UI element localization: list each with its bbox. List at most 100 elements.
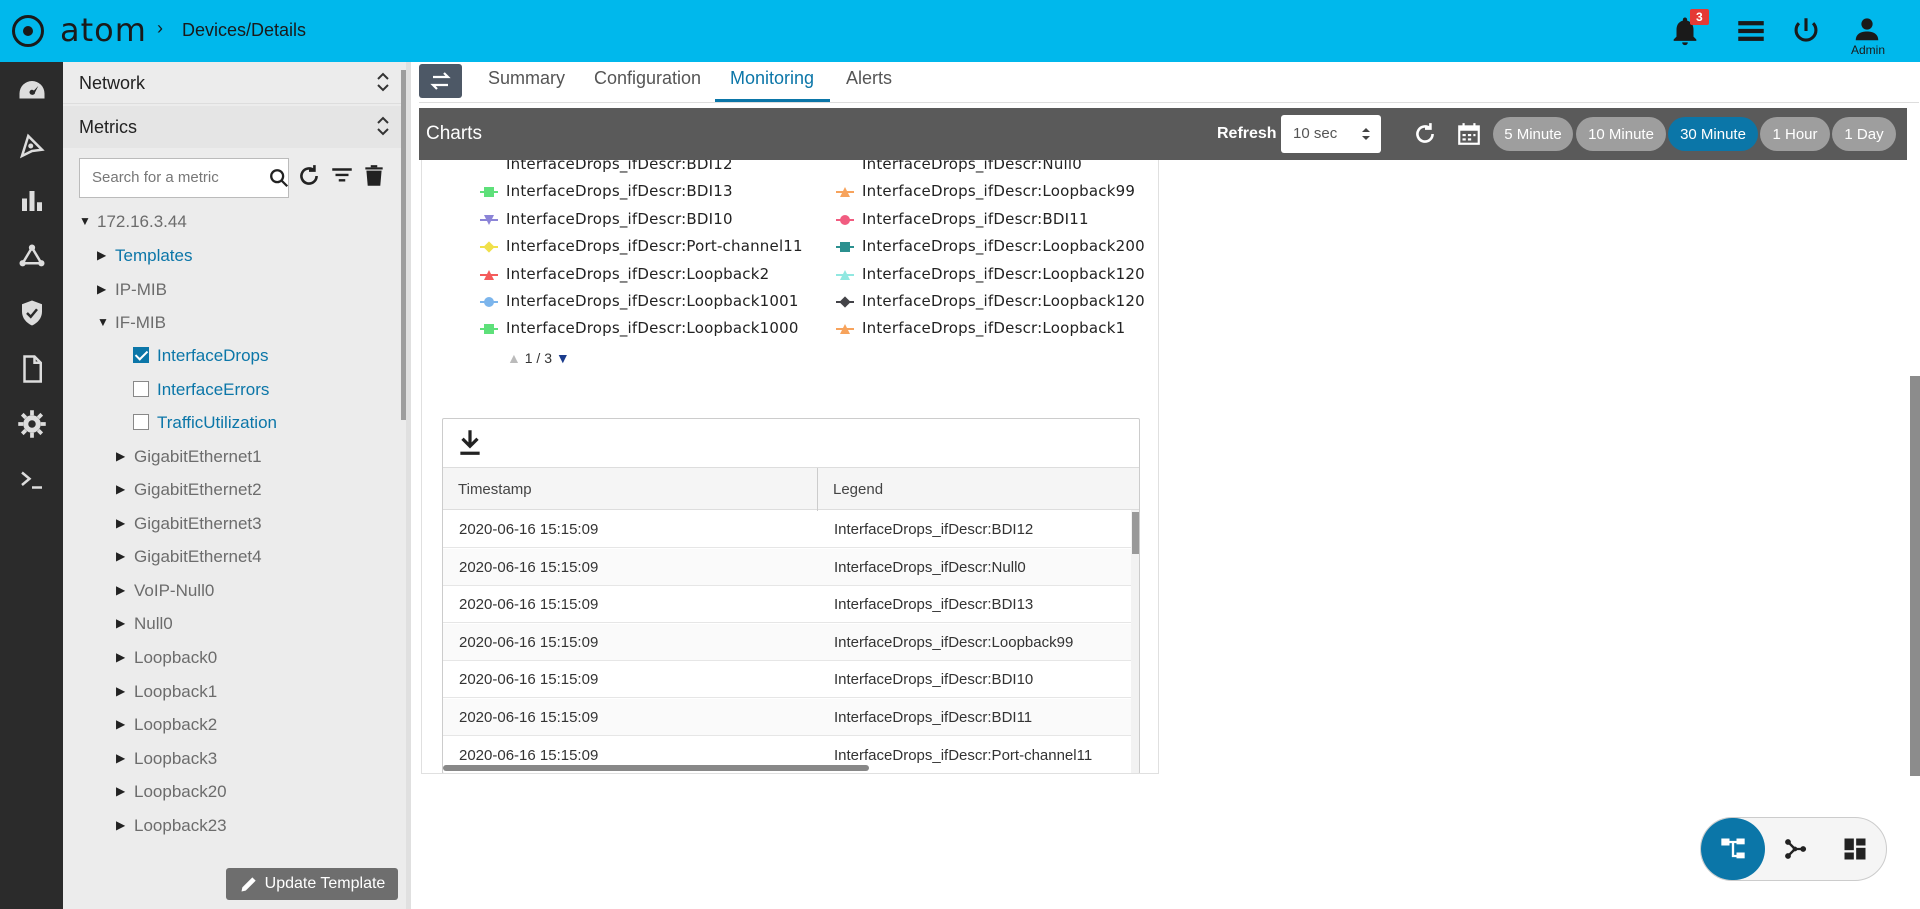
tree-node-interface[interactable]: ▶ Loopback1 [116,682,217,702]
metrics-accordion[interactable]: Metrics [63,106,406,148]
calendar-icon[interactable] [1456,121,1482,147]
user-icon[interactable] [1850,14,1884,44]
refresh-interval-select[interactable]: 10 sec [1281,115,1381,153]
tree-node-if-mib[interactable]: ▼ IF-MIB [97,313,166,333]
update-template-button[interactable]: Update Template [226,868,398,900]
legend-item[interactable]: InterfaceDrops_ifDescr:Port-channel11 [480,237,803,255]
checkbox[interactable] [133,414,149,430]
tree-node-ip-mib[interactable]: ▶ IP-MIB [97,280,167,300]
user-name[interactable]: Admin [1850,43,1886,57]
legend-marker [836,241,854,253]
tab-monitoring[interactable]: Monitoring [730,68,814,89]
scrollbar-thumb[interactable] [1132,512,1139,554]
metric-interfacedrops[interactable]: InterfaceDrops [133,346,269,366]
tree-node-interface[interactable]: ▶ Loopback0 [116,648,217,668]
legend-item[interactable]: InterfaceDrops_ifDescr:Loopback120 [836,292,1145,310]
table-row[interactable]: 2020-06-16 15:15:09 InterfaceDrops_ifDesc… [443,548,1131,586]
legend-item[interactable]: InterfaceDrops_ifDescr:BDI11 [836,210,1089,228]
sort-icon[interactable] [329,163,355,189]
table-vertical-scrollbar[interactable] [1131,510,1139,773]
legend-item[interactable]: InterfaceDrops_ifDescr:Loopback2 [480,265,769,283]
table-row[interactable]: 2020-06-16 15:15:09 InterfaceDrops_ifDesc… [443,623,1131,661]
legend-item[interactable]: InterfaceDrops_ifDescr:Loopback1000 [480,319,799,337]
tree-node-interface[interactable]: ▶ Loopback20 [116,782,227,802]
column-header-timestamp[interactable]: Timestamp [458,481,532,498]
expand-collapse-icon[interactable] [373,68,393,96]
document-icon[interactable] [17,354,47,384]
refresh-icon[interactable] [1412,121,1438,147]
tree-node-interface[interactable]: ▶ VoIP-Null0 [116,581,214,601]
legend-item[interactable]: InterfaceDrops_ifDescr:Loopback200 [836,237,1145,255]
download-icon[interactable] [457,427,483,457]
swap-button[interactable] [419,64,462,98]
dashboard-grid-icon[interactable] [1841,835,1869,863]
search-input[interactable] [92,169,252,186]
tab-alerts[interactable]: Alerts [846,68,892,89]
legend-marker [836,186,854,198]
legend-item[interactable]: InterfaceDrops_ifDescr:BDI12 [506,160,733,173]
tree-node-interface[interactable]: ▶ GigabitEthernet4 [116,547,262,567]
legend-prev-icon[interactable]: ▲ [507,350,521,366]
compass-icon[interactable] [17,131,47,161]
legend-item[interactable]: InterfaceDrops_ifDescr:Loopback1001 [480,292,799,310]
checkbox[interactable] [133,381,149,397]
tree-node-interface[interactable]: ▶ GigabitEthernet3 [116,514,262,534]
range-1-day[interactable]: 1 Day [1832,117,1896,151]
dashboard-icon[interactable] [17,76,47,106]
tree-node-interface[interactable]: ▶ GigabitEthernet1 [116,447,262,467]
range-5-minute[interactable]: 5 Minute [1493,117,1573,151]
tree-node-device[interactable]: ▼ 172.16.3.44 [79,212,187,232]
tree-view-button[interactable] [1701,818,1765,880]
table-horizontal-scrollbar[interactable] [443,765,869,771]
expand-collapse-icon[interactable] [373,112,393,140]
page-scrollbar[interactable] [1910,376,1920,776]
power-icon[interactable] [1789,14,1823,48]
table-row[interactable]: 2020-06-16 15:15:09 InterfaceDrops_ifDesc… [443,661,1131,699]
legend-item[interactable]: InterfaceDrops_ifDescr:Loopback99 [836,182,1135,200]
tree-node-interface[interactable]: ▶ Null0 [116,614,173,634]
cell-timestamp: 2020-06-16 15:15:09 [459,521,599,538]
metric-interfaceerrors[interactable]: InterfaceErrors [133,380,269,400]
panel-divider[interactable] [406,62,411,909]
legend-item[interactable]: InterfaceDrops_ifDescr:Loopback120 [836,265,1145,283]
terminal-icon[interactable] [17,465,47,495]
tab-summary[interactable]: Summary [488,68,565,89]
network-accordion[interactable]: Network [63,62,406,104]
tree-node-interface[interactable]: ▶ Loopback23 [116,816,227,836]
legend-pager: ▲ 1 / 3 ▼ [507,350,570,366]
trash-icon[interactable] [361,163,387,189]
tree-node-interface[interactable]: ▶ Loopback3 [116,749,217,769]
legend-next-icon[interactable]: ▼ [556,350,570,366]
range-30-minute[interactable]: 30 Minute [1668,117,1758,151]
topology-icon[interactable] [1781,835,1809,863]
tree-node-interface[interactable]: ▶ GigabitEthernet2 [116,480,262,500]
logo-text[interactable]: atom [60,11,147,49]
breadcrumb[interactable]: Devices/Details [182,20,306,41]
table-row[interactable]: 2020-06-16 15:15:09 InterfaceDrops_ifDesc… [443,586,1131,624]
tree-node-interface[interactable]: ▶ Loopback2 [116,715,217,735]
range-10-minute[interactable]: 10 Minute [1576,117,1666,151]
checkbox[interactable] [133,347,149,363]
legend-item[interactable]: InterfaceDrops_ifDescr:Null0 [862,160,1082,173]
legend-item[interactable]: InterfaceDrops_ifDescr:BDI10 [480,210,733,228]
tab-configuration[interactable]: Configuration [594,68,701,89]
table-row[interactable]: 2020-06-16 15:15:09 InterfaceDrops_ifDesc… [443,511,1131,548]
list-view-icon[interactable] [1734,14,1768,48]
network-icon[interactable] [17,242,47,272]
legend-label: InterfaceDrops_ifDescr:Loopback1001 [506,292,799,310]
range-1-hour[interactable]: 1 Hour [1760,117,1830,151]
column-resizer[interactable] [817,468,818,511]
refresh-icon[interactable] [296,163,322,189]
metric-trafficutilization[interactable]: TrafficUtilization [133,413,277,433]
shield-icon[interactable] [17,298,47,328]
column-header-legend[interactable]: Legend [833,481,883,498]
bar-chart-icon[interactable] [17,186,47,216]
legend-item[interactable]: InterfaceDrops_ifDescr:Loopback1 [836,319,1125,337]
search-icon[interactable] [268,167,290,189]
table-row[interactable]: 2020-06-16 15:15:09 InterfaceDrops_ifDesc… [443,699,1131,736]
tree-node-templates[interactable]: ▶ Templates [97,246,192,266]
logo-icon[interactable] [12,15,44,47]
settings-icon[interactable] [17,409,47,439]
legend-item[interactable]: InterfaceDrops_ifDescr:BDI13 [480,182,733,200]
pencil-icon [241,877,256,892]
